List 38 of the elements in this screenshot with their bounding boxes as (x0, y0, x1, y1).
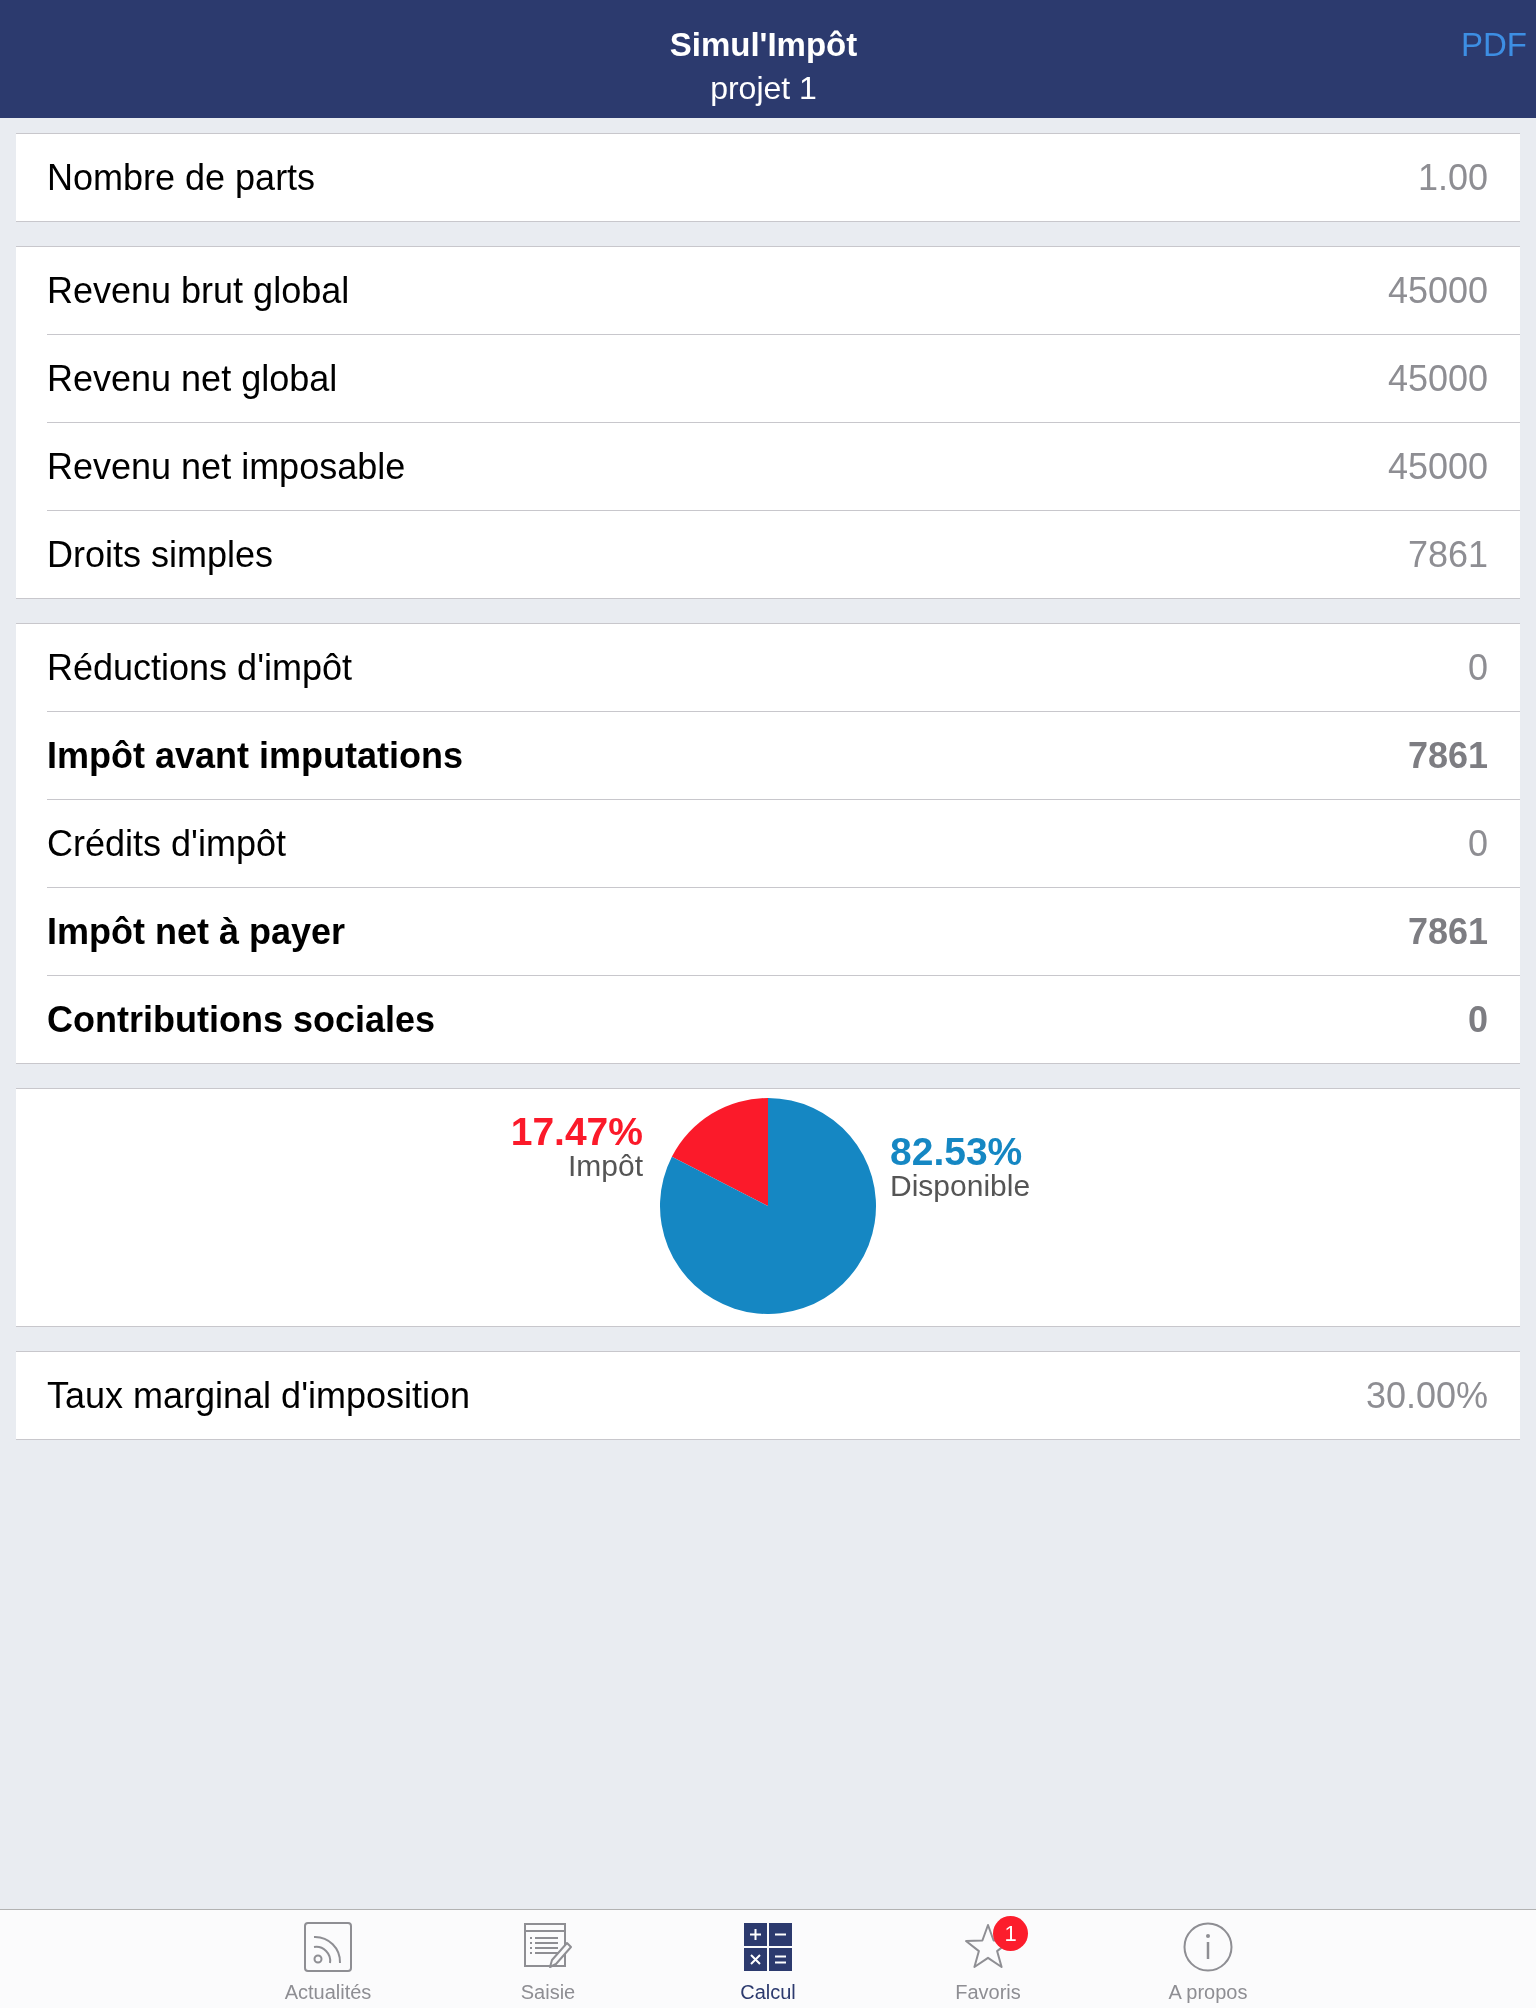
row-value: 0 (1467, 997, 1488, 1042)
row-label: Crédits d'impôt (47, 821, 286, 866)
slice-label: Impôt (567, 1151, 643, 1181)
info-icon (1183, 1922, 1233, 1972)
row-label: Revenu brut global (47, 268, 350, 313)
row-value: 1.00 (1417, 155, 1488, 200)
row-label: Réductions d'impôt (47, 645, 353, 690)
project-subtitle: projet 1 (710, 69, 817, 108)
tab-item[interactable]: Calcul (693, 1910, 843, 2004)
row-label: Taux marginal d'imposition (47, 1373, 471, 1418)
notification-badge: 1 (993, 1916, 1028, 1951)
row-value: 30.00% (1365, 1373, 1488, 1418)
row-value: 7861 (1407, 733, 1488, 778)
row-label: Impôt avant imputations (47, 733, 464, 778)
row-value: 7861 (1407, 909, 1488, 954)
tab-item[interactable]: Favoris 1 (913, 1910, 1063, 2004)
row-value: 45000 (1387, 356, 1488, 401)
row-label: Impôt net à payer (47, 909, 346, 954)
row-value: 45000 (1387, 268, 1488, 313)
tab-item[interactable]: Actualités (253, 1910, 403, 2004)
feed-icon (303, 1922, 353, 1972)
percentage-label: 17.47% (510, 1113, 643, 1151)
app-title: Simul'Impôt (669, 25, 858, 65)
row-label: Revenu net global (47, 356, 338, 401)
row-label: Nombre de parts (47, 155, 316, 200)
calculator-icon (743, 1922, 793, 1972)
row-value: 0 (1467, 645, 1488, 690)
row-value: 45000 (1387, 444, 1488, 489)
row-value: 7861 (1407, 532, 1488, 577)
row-label: Revenu net imposable (47, 444, 406, 489)
tab-item[interactable]: Saisie (473, 1910, 623, 2004)
row-label: Droits simples (47, 532, 274, 577)
tab-item[interactable]: A propos (1133, 1910, 1283, 2004)
slice-label: Disponible (890, 1171, 1031, 1201)
percentage-label: 82.53% (890, 1133, 1023, 1171)
row-label: Contributions sociales (47, 997, 436, 1042)
row-value: 0 (1467, 821, 1488, 866)
pdf-button[interactable]: PDF (1461, 25, 1527, 65)
